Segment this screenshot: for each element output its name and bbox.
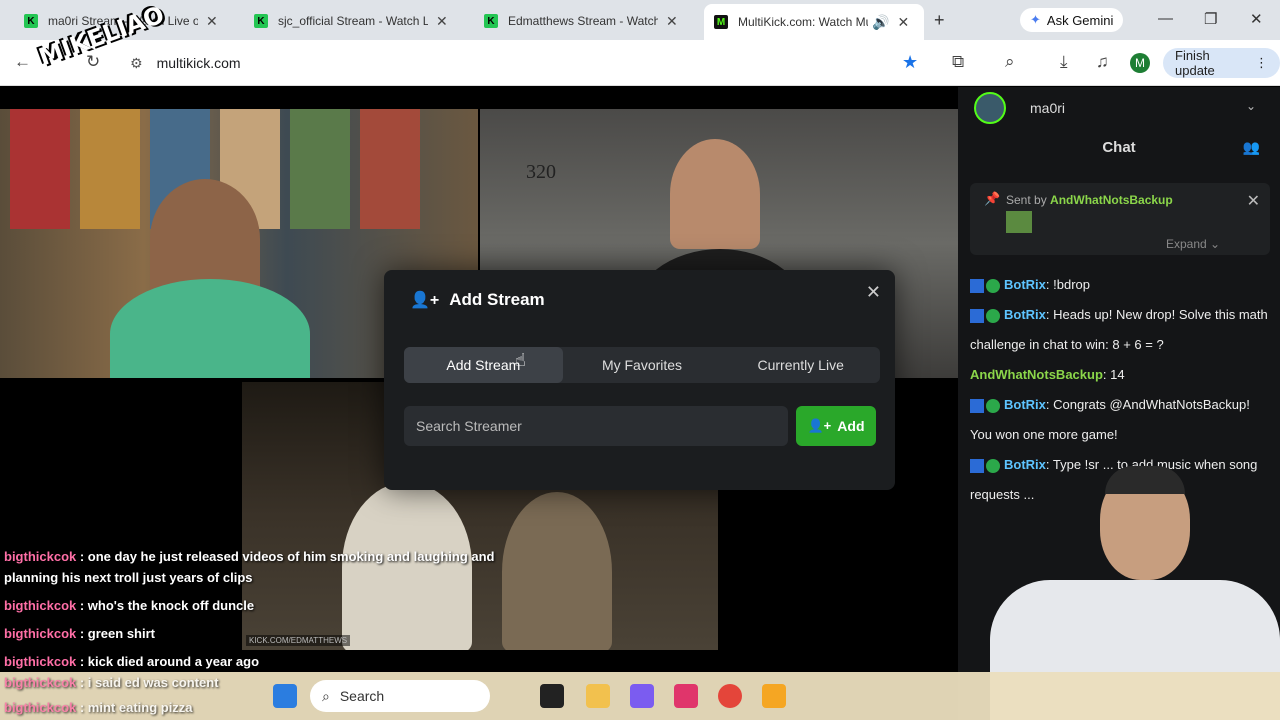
user-plus-icon: 👤+ [807, 418, 832, 433]
counter-text: 320 [526, 161, 556, 183]
overlay-chat-line: bigthickcok : green shirt [4, 626, 155, 641]
restore-icon[interactable]: ❐ [1204, 10, 1217, 28]
streamer-head [670, 139, 760, 249]
tab-close-icon[interactable]: ✕ [436, 13, 448, 30]
new-tab-icon[interactable]: + [934, 10, 945, 31]
profile-avatar[interactable]: M [1130, 53, 1150, 73]
windows-start-icon[interactable] [273, 684, 297, 708]
task-view-icon[interactable] [540, 684, 564, 708]
close-window-icon[interactable]: ✕ [1250, 10, 1263, 28]
multikick-favicon-icon: M [714, 15, 728, 29]
verified-badge-icon [986, 308, 1000, 323]
copilot-icon[interactable] [630, 684, 654, 708]
app-icon[interactable] [674, 684, 698, 708]
search-icon: ⌕ [322, 687, 330, 704]
add-button[interactable]: 👤+ Add [796, 406, 876, 446]
tab-title: sjc_official Stream - Watch Live [278, 14, 428, 28]
browser-toolbar: ← ↻ ⚙ multikick.com ★ ⧉ ⌕ ⤓ ♫ M Finish u… [0, 40, 1280, 86]
tab-edmatthews[interactable]: K Edmatthews Stream - Watch Live ✕ [474, 6, 688, 36]
pinned-sender: Sent by AndWhatNotsBackup [1006, 193, 1173, 207]
pin-icon: 📌 [984, 191, 1001, 206]
tab-search-icon[interactable]: ⌕ [1005, 52, 1015, 72]
overlay-chat: bigthickcok : one day he just released v… [4, 546, 524, 679]
channel-avatar [974, 92, 1006, 124]
user-plus-icon: 👤+ [410, 292, 440, 309]
tab-close-icon[interactable]: ✕ [666, 13, 678, 30]
minimize-icon[interactable]: — [1158, 10, 1173, 27]
tab-close-icon[interactable]: ✕ [897, 14, 909, 31]
bot-badge-icon [970, 398, 984, 413]
url-text: multikick.com [156, 55, 241, 71]
ask-gemini-button[interactable]: ✦ Ask Gemini [1020, 8, 1124, 32]
extensions-icon[interactable]: ⧉ [952, 52, 964, 72]
chevron-down-icon[interactable]: ⌄ [1246, 99, 1256, 113]
chat-title: Chat [1102, 139, 1136, 156]
pinned-thumbnail [1006, 211, 1032, 233]
os-taskbar: bigthickcok : i said ed was content bigt… [0, 672, 1280, 720]
back-icon[interactable]: ← [14, 52, 31, 72]
finish-update-button[interactable]: Finish update ⋮ [1163, 48, 1280, 78]
chrome-icon[interactable] [718, 684, 742, 708]
finish-update-label: Finish update [1175, 48, 1215, 78]
app-icon[interactable] [762, 684, 786, 708]
overlay-chat-line: bigthickcok : who's the knock off duncle [4, 598, 255, 613]
tab-title: MultiKick.com: Watch Multiple [738, 15, 868, 29]
chat-message: BotRix: Congrats @AndWhatNotsBackup! You… [970, 397, 1250, 442]
search-streamer-input[interactable] [404, 406, 788, 446]
tab-sjc-official[interactable]: K sjc_official Stream - Watch Live ✕ [244, 6, 458, 36]
taskbar-search[interactable]: ⌕ Search [310, 680, 490, 712]
poster-decor [290, 109, 350, 229]
streamer-shirt [110, 279, 310, 378]
modal-title-text: Add Stream [449, 290, 545, 309]
tab-multikick[interactable]: M MultiKick.com: Watch Multiple 🔊 ✕ [704, 4, 924, 40]
tab-close-icon[interactable]: ✕ [206, 13, 218, 30]
gemini-sparkle-icon: ✦ [1030, 12, 1041, 27]
close-icon[interactable]: ✕ [1247, 191, 1260, 211]
webcam-person-hair [1105, 466, 1185, 494]
site-info-icon[interactable]: ⚙ [130, 55, 143, 72]
chat-message: BotRix: Heads up! New drop! Solve this m… [970, 307, 1268, 352]
kick-favicon-icon: K [484, 14, 498, 28]
address-bar[interactable]: ⚙ multikick.com [120, 46, 940, 80]
screen: K ma0ri Stream - Watch Live on ✕ K sjc_o… [0, 0, 1280, 720]
bookmark-star-icon[interactable]: ★ [902, 52, 918, 73]
add-label: Add [837, 418, 865, 434]
add-stream-modal: 👤+ Add Stream ✕ Add Stream My Favorites … [384, 270, 895, 490]
bot-badge-icon [970, 278, 984, 293]
more-menu-icon: ⋮ [1255, 55, 1268, 70]
file-explorer-icon[interactable] [586, 684, 610, 708]
poster-decor [80, 109, 140, 229]
verified-badge-icon [986, 398, 1000, 413]
tab-currently-live[interactable]: Currently Live [721, 347, 880, 383]
mouse-cursor-icon: ☝ [515, 350, 526, 370]
close-icon[interactable]: ✕ [866, 282, 881, 303]
kick-favicon-icon: K [254, 14, 268, 28]
overlay-chat-line: bigthickcok : one day he just released v… [4, 549, 495, 585]
ask-gemini-label: Ask Gemini [1046, 12, 1114, 28]
overlay-chat-line: bigthickcok : kick died around a year ag… [4, 654, 260, 669]
browser-tab-bar: K ma0ri Stream - Watch Live on ✕ K sjc_o… [0, 0, 1280, 40]
modal-title: 👤+ Add Stream [410, 290, 545, 310]
channel-header[interactable]: ma0ri ⌄ [958, 87, 1280, 129]
chat-message: AndWhatNotsBackup: 14 [970, 367, 1125, 382]
chat-message: BotRix: !bdrop [970, 270, 1270, 300]
users-icon[interactable]: 👥 [1243, 139, 1260, 156]
tab-add-stream[interactable]: Add Stream [404, 347, 563, 383]
tab-title: Edmatthews Stream - Watch Live [508, 14, 658, 28]
verified-badge-icon [986, 278, 1000, 293]
pinned-message: 📌 Sent by AndWhatNotsBackup ✕ Expand ⌄ [970, 183, 1270, 255]
modal-tabs: Add Stream My Favorites Currently Live [404, 347, 880, 383]
taskbar-search-label: Search [339, 688, 385, 704]
expand-button[interactable]: Expand ⌄ [1166, 237, 1220, 251]
download-icon[interactable]: ⤓ [1060, 52, 1068, 72]
channel-name: ma0ri [1030, 100, 1066, 116]
media-control-icon[interactable]: ♫ [1096, 52, 1109, 72]
speaker-icon[interactable]: 🔊 [872, 14, 889, 31]
poster-decor [10, 109, 70, 229]
bot-badge-icon [970, 308, 984, 323]
poster-decor [360, 109, 420, 229]
tab-my-favorites[interactable]: My Favorites [563, 347, 722, 383]
kick-favicon-icon: K [24, 14, 38, 28]
